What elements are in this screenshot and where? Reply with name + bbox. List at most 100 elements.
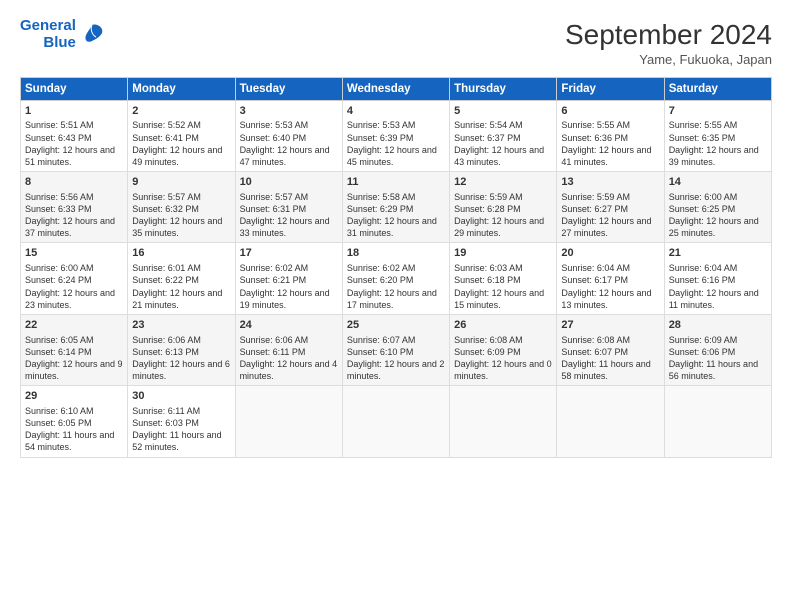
logo: General Blue [20, 18, 106, 51]
daylight-text: Daylight: 12 hours and 27 minutes. [561, 216, 651, 238]
page: General Blue September 2024 Yame, Fukuok… [0, 0, 792, 612]
day-number: 25 [347, 318, 445, 333]
daylight-text: Daylight: 12 hours and 41 minutes. [561, 145, 651, 167]
daylight-text: Daylight: 12 hours and 9 minutes. [25, 359, 123, 381]
calendar-cell: 20Sunrise: 6:04 AMSunset: 6:17 PMDayligh… [557, 243, 664, 314]
sunset-text: Sunset: 6:11 PM [240, 347, 306, 357]
day-number: 27 [561, 318, 659, 333]
daylight-text: Daylight: 12 hours and 2 minutes. [347, 359, 445, 381]
calendar-cell: 13Sunrise: 5:59 AMSunset: 6:27 PMDayligh… [557, 172, 664, 243]
daylight-text: Daylight: 12 hours and 0 minutes. [454, 359, 552, 381]
logo-text-general: General [20, 18, 76, 35]
sunrise-text: Sunrise: 5:54 AM [454, 120, 523, 130]
sunrise-text: Sunrise: 5:57 AM [240, 192, 309, 202]
day-number: 6 [561, 104, 659, 119]
day-number: 17 [240, 246, 338, 261]
calendar-cell: 3Sunrise: 5:53 AMSunset: 6:40 PMDaylight… [235, 100, 342, 171]
sunset-text: Sunset: 6:36 PM [561, 133, 628, 143]
daylight-text: Daylight: 11 hours and 56 minutes. [669, 359, 758, 381]
sunset-text: Sunset: 6:06 PM [669, 347, 736, 357]
day-number: 1 [25, 104, 123, 119]
col-header-wednesday: Wednesday [342, 77, 449, 100]
day-number: 16 [132, 246, 230, 261]
daylight-text: Daylight: 12 hours and 15 minutes. [454, 288, 544, 310]
sunrise-text: Sunrise: 5:59 AM [561, 192, 630, 202]
day-number: 30 [132, 389, 230, 404]
daylight-text: Daylight: 11 hours and 54 minutes. [25, 430, 114, 452]
sunrise-text: Sunrise: 5:55 AM [561, 120, 630, 130]
day-number: 24 [240, 318, 338, 333]
header-row: SundayMondayTuesdayWednesdayThursdayFrid… [21, 77, 772, 100]
header: General Blue September 2024 Yame, Fukuok… [20, 18, 772, 67]
calendar-cell: 11 Sunrise: 5:58 AM Sunset: 6:29 PM Dayligh… [342, 172, 449, 243]
sunset-text: Sunset: 6:32 PM [132, 204, 199, 214]
col-header-sunday: Sunday [21, 77, 128, 100]
sunrise-text: Sunrise: 5:59 AM [454, 192, 523, 202]
sunrise-text: Sunrise: 5:52 AM [132, 120, 201, 130]
week-row-1: 1Sunrise: 5:51 AMSunset: 6:43 PMDaylight… [21, 100, 772, 171]
day-number: 13 [561, 175, 659, 190]
day-number: 14 [669, 175, 767, 190]
daylight-text: Daylight: 12 hours and 17 minutes. [347, 288, 437, 310]
daylight-text: Daylight: 12 hours and 13 minutes. [561, 288, 651, 310]
sunset-text: Sunset: 6:22 PM [132, 275, 199, 285]
daylight-text: Daylight: 12 hours and 29 minutes. [454, 216, 544, 238]
day-number: 26 [454, 318, 552, 333]
sunrise-text: Sunrise: 5:53 AM [240, 120, 309, 130]
daylight-text: Daylight: 12 hours and 39 minutes. [669, 145, 759, 167]
calendar-cell: 30Sunrise: 6:11 AMSunset: 6:03 PMDayligh… [128, 386, 235, 457]
daylight-text: Daylight: 12 hours and 31 minutes. [347, 216, 437, 238]
sunset-text: Sunset: 6:29 PM [347, 204, 414, 214]
logo-bird-icon [78, 21, 106, 49]
sunrise-text: Sunrise: 6:10 AM [25, 406, 94, 416]
calendar-cell: 23Sunrise: 6:06 AMSunset: 6:13 PMDayligh… [128, 314, 235, 385]
day-number: 11 [347, 175, 445, 190]
sunrise-text: Sunrise: 5:58 AM [347, 192, 416, 202]
calendar-cell: 25Sunrise: 6:07 AMSunset: 6:10 PMDayligh… [342, 314, 449, 385]
subtitle: Yame, Fukuoka, Japan [565, 52, 772, 67]
day-number: 7 [669, 104, 767, 119]
calendar-cell: 12Sunrise: 5:59 AMSunset: 6:28 PMDayligh… [450, 172, 557, 243]
daylight-text: Daylight: 12 hours and 21 minutes. [132, 288, 222, 310]
sunrise-text: Sunrise: 6:00 AM [25, 263, 94, 273]
sunset-text: Sunset: 6:13 PM [132, 347, 199, 357]
daylight-text: Daylight: 12 hours and 35 minutes. [132, 216, 222, 238]
week-row-3: 15Sunrise: 6:00 AMSunset: 6:24 PMDayligh… [21, 243, 772, 314]
col-header-thursday: Thursday [450, 77, 557, 100]
sunset-text: Sunset: 6:03 PM [132, 418, 199, 428]
calendar-cell: 27Sunrise: 6:08 AMSunset: 6:07 PMDayligh… [557, 314, 664, 385]
sunset-text: Sunset: 6:41 PM [132, 133, 199, 143]
col-header-monday: Monday [128, 77, 235, 100]
day-number: 21 [669, 246, 767, 261]
sunrise-text: Sunrise: 6:01 AM [132, 263, 201, 273]
day-number: 2 [132, 104, 230, 119]
calendar-cell [342, 386, 449, 457]
sunrise-text: Sunrise: 6:08 AM [454, 335, 523, 345]
calendar-cell [664, 386, 771, 457]
sunset-text: Sunset: 6:05 PM [25, 418, 92, 428]
daylight-text: Daylight: 12 hours and 43 minutes. [454, 145, 544, 167]
sunset-text: Sunset: 6:20 PM [347, 275, 414, 285]
daylight-text: Daylight: 12 hours and 25 minutes. [669, 216, 759, 238]
sunset-text: Sunset: 6:31 PM [240, 204, 307, 214]
calendar-cell: 10Sunrise: 5:57 AMSunset: 6:31 PMDayligh… [235, 172, 342, 243]
sunset-text: Sunset: 6:33 PM [25, 204, 92, 214]
calendar-cell: 8Sunrise: 5:56 AMSunset: 6:33 PMDaylight… [21, 172, 128, 243]
calendar-cell [557, 386, 664, 457]
sunrise-text: Sunrise: 5:53 AM [347, 120, 416, 130]
sunrise-text: Sunrise: 6:00 AM [669, 192, 738, 202]
sunset-text: Sunset: 6:39 PM [347, 133, 414, 143]
col-header-friday: Friday [557, 77, 664, 100]
week-row-4: 22Sunrise: 6:05 AMSunset: 6:14 PMDayligh… [21, 314, 772, 385]
title-block: September 2024 Yame, Fukuoka, Japan [565, 18, 772, 67]
calendar-cell: 22Sunrise: 6:05 AMSunset: 6:14 PMDayligh… [21, 314, 128, 385]
sunset-text: Sunset: 6:14 PM [25, 347, 92, 357]
sunrise-text: Sunrise: 6:09 AM [669, 335, 738, 345]
sunset-text: Sunset: 6:10 PM [347, 347, 414, 357]
main-title: September 2024 [565, 18, 772, 52]
day-number: 19 [454, 246, 552, 261]
day-number: 23 [132, 318, 230, 333]
day-number: 12 [454, 175, 552, 190]
calendar-cell: 19Sunrise: 6:03 AMSunset: 6:18 PMDayligh… [450, 243, 557, 314]
day-number: 20 [561, 246, 659, 261]
